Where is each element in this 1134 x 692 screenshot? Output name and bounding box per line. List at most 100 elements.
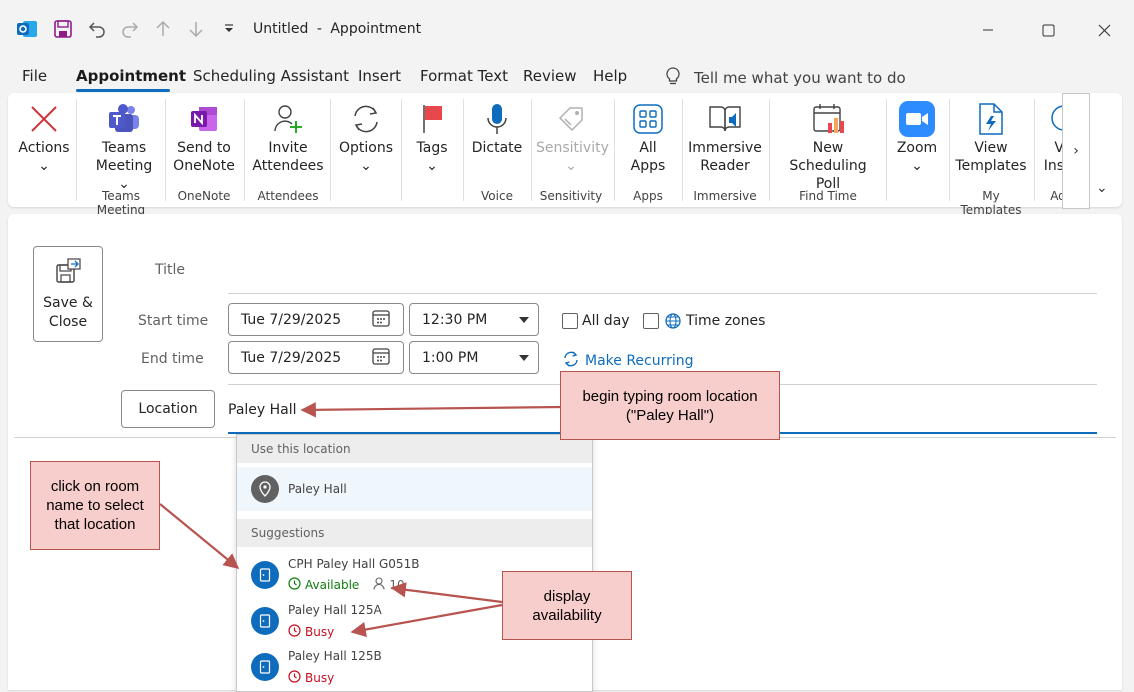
callout-click: click on room name to select that locati… xyxy=(30,461,160,550)
end-date-value: Tue 7/29/2025 xyxy=(241,349,342,366)
all-day-checkbox[interactable] xyxy=(562,313,578,329)
save-icon[interactable] xyxy=(52,18,74,40)
recurring-icon xyxy=(562,350,580,372)
ribbon-separator xyxy=(76,99,77,201)
tell-me-search[interactable]: Tell me what you want to do xyxy=(664,66,906,90)
down-arrow-icon[interactable] xyxy=(185,18,207,40)
invite-attendees-icon xyxy=(252,99,324,139)
room-status: Busy xyxy=(288,670,334,686)
menu-review[interactable]: Review xyxy=(523,67,577,85)
send-to-onenote-button[interactable]: Send to OneNote xyxy=(172,99,236,175)
make-recurring-link[interactable]: Make Recurring xyxy=(562,350,694,372)
invite-attendees-button[interactable]: Invite Attendees xyxy=(252,99,324,175)
templates-label-2: Templates xyxy=(955,158,1027,174)
calendar-icon[interactable] xyxy=(371,308,391,332)
immersive-reader-button[interactable]: Immersive Reader xyxy=(688,99,762,175)
room-name: Paley Hall 125B xyxy=(288,649,382,663)
location-input[interactable]: Paley Hall xyxy=(228,402,297,418)
all-apps-label-2: Apps xyxy=(630,158,666,174)
ribbon: Actions ⌄ Teams Meeting ⌄ Teams Meeting … xyxy=(8,93,1122,217)
location-suggestions-dropdown: Use this location Paley Hall Suggestions… xyxy=(236,434,593,692)
end-time-label: End time xyxy=(141,351,204,367)
zoom-button[interactable]: Zoom ⌄ xyxy=(892,99,942,175)
menu-format-text[interactable]: Format Text xyxy=(420,67,508,85)
group-attendees: Attendees xyxy=(257,189,319,203)
outlook-logo-icon xyxy=(16,18,38,40)
tags-button[interactable]: Tags ⌄ xyxy=(408,99,456,175)
sensitivity-icon xyxy=(536,99,606,139)
tags-flag-icon xyxy=(408,99,456,139)
save-close-button[interactable]: Save & Close xyxy=(33,246,103,342)
teams-meeting-button[interactable]: Teams Meeting ⌄ xyxy=(90,99,158,193)
ribbon-collapse-button[interactable]: ⌄ xyxy=(1096,180,1108,196)
actions-label: Actions xyxy=(18,140,70,156)
all-apps-label: All xyxy=(639,140,657,156)
actions-dropdown: ⌄ xyxy=(38,158,50,174)
calendar-icon[interactable] xyxy=(371,346,391,370)
end-time-select[interactable]: 1:00 PM xyxy=(409,341,539,374)
ribbon-scroll-right-button[interactable]: › xyxy=(1062,93,1090,209)
menu-appointment[interactable]: Appointment xyxy=(76,67,186,85)
sensitivity-label: Sensitivity xyxy=(536,140,609,156)
options-button[interactable]: Options ⌄ xyxy=(336,99,396,175)
group-onenote: OneNote xyxy=(177,189,231,203)
window-type: Appointment xyxy=(330,21,422,37)
undo-icon[interactable] xyxy=(86,18,108,40)
menu-insert[interactable]: Insert xyxy=(358,67,401,85)
time-zones-checkbox[interactable] xyxy=(643,313,659,329)
immersive-label: Immersive xyxy=(688,140,762,156)
person-icon xyxy=(373,577,385,593)
ribbon-separator xyxy=(769,99,770,201)
redo-icon[interactable] xyxy=(119,18,141,40)
callout-avail-line2: availability xyxy=(532,606,602,624)
view-templates-button[interactable]: View Templates xyxy=(954,99,1028,175)
menu-file[interactable]: File xyxy=(22,67,47,85)
dictate-button[interactable]: Dictate xyxy=(470,99,524,157)
up-arrow-icon[interactable] xyxy=(152,18,174,40)
customize-qat-icon[interactable] xyxy=(218,18,240,40)
room-door-icon xyxy=(251,561,279,589)
ribbon-separator xyxy=(330,99,331,201)
options-label: Options xyxy=(338,140,394,156)
room-door-icon xyxy=(251,653,279,681)
close-icon[interactable] xyxy=(1084,14,1124,46)
callout-avail-line1: display xyxy=(543,587,591,605)
start-time-select[interactable]: 12:30 PM xyxy=(409,303,539,336)
ribbon-separator xyxy=(165,99,166,201)
ribbon-separator xyxy=(531,99,532,201)
ribbon-separator xyxy=(949,99,950,201)
group-apps: Apps xyxy=(633,189,663,203)
ribbon-separator xyxy=(1034,99,1035,201)
menu-help[interactable]: Help xyxy=(593,67,627,85)
clock-icon xyxy=(288,624,301,640)
lightbulb-icon xyxy=(664,66,682,90)
zoom-dropdown: ⌄ xyxy=(911,158,923,174)
room-status: Busy xyxy=(288,624,334,640)
new-scheduling-poll-button[interactable]: New Scheduling Poll xyxy=(776,99,880,193)
availability-text: Available xyxy=(305,578,360,592)
x-icon xyxy=(16,99,72,139)
group-immersive: Immersive xyxy=(693,189,757,203)
location-button[interactable]: Location xyxy=(121,390,215,428)
availability-text: Busy xyxy=(305,625,335,639)
callout-availability: display availability xyxy=(502,571,632,640)
menu-scheduling-assistant[interactable]: Scheduling Assistant xyxy=(193,67,349,85)
group-teams-meeting: Teams Meeting xyxy=(96,189,146,217)
room-door-icon xyxy=(251,607,279,635)
title-input[interactable] xyxy=(228,293,1097,294)
insights-button[interactable]: V Ins xyxy=(1040,99,1064,175)
room-status: Available 10 xyxy=(288,577,405,593)
insights-label: V xyxy=(1054,140,1064,156)
maximize-icon[interactable] xyxy=(1028,14,1068,46)
use-location-item[interactable]: Paley Hall xyxy=(237,467,592,511)
all-apps-button[interactable]: All Apps xyxy=(622,99,674,175)
room-suggestion[interactable]: Paley Hall 125B Busy xyxy=(237,645,592,691)
actions-button[interactable]: Actions ⌄ xyxy=(16,99,72,175)
chevron-down-icon: ⌄ xyxy=(1096,180,1108,196)
start-time-value: 12:30 PM xyxy=(422,311,488,328)
sensitivity-button[interactable]: Sensitivity ⌄ xyxy=(536,99,609,175)
start-date-picker[interactable]: Tue 7/29/2025 xyxy=(228,303,404,336)
tags-label: Tags xyxy=(416,140,448,156)
minimize-icon[interactable] xyxy=(968,14,1008,46)
end-date-picker[interactable]: Tue 7/29/2025 xyxy=(228,341,404,374)
